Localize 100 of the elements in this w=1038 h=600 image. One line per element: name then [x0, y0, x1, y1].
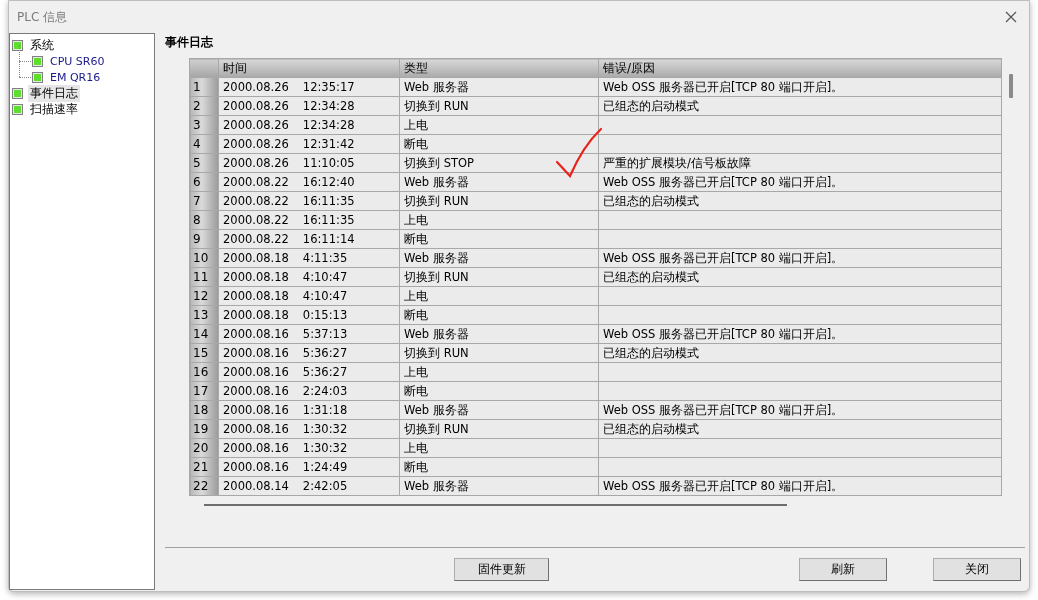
table-cell: 切换到 RUN [399, 267, 599, 287]
table-cell: Web 服务器 [399, 400, 599, 420]
time-text: 16:11:35 [302, 212, 355, 229]
time-text: 16:11:35 [302, 193, 355, 210]
date-text: 2000.08.26 [223, 137, 289, 151]
time-text: 1:24:49 [302, 459, 348, 476]
date-text: 2000.08.16 [223, 460, 289, 474]
status-square-icon [12, 87, 23, 99]
date-text: 2000.08.16 [223, 441, 289, 455]
time-text: 1:30:32 [302, 440, 348, 457]
status-square-icon [12, 103, 23, 115]
table-cell: 已组态的启动模式 [598, 419, 1002, 439]
scrollbar-thumb[interactable] [204, 504, 787, 506]
table-cell: 上电 [399, 362, 599, 382]
column-header[interactable]: 时间 [218, 58, 400, 78]
table-cell: Web OSS 服务器已开启[TCP 80 端口开启]。 [598, 476, 1002, 496]
time-text: 5:36:27 [302, 364, 348, 381]
table-cell: Web 服务器 [399, 172, 599, 192]
time-text: 12:34:28 [302, 98, 355, 115]
section-title: 事件日志 [165, 34, 214, 50]
column-header[interactable]: 错误/原因 [598, 58, 1002, 78]
status-square-icon [32, 55, 43, 67]
table-cell: 断电 [399, 134, 599, 154]
date-text: 2000.08.26 [223, 99, 289, 113]
time-text: 2:24:03 [302, 383, 348, 400]
table-cell: 断电 [399, 305, 599, 325]
date-text: 2000.08.16 [223, 346, 289, 360]
table-cell: 断电 [399, 229, 599, 249]
date-text: 2000.08.18 [223, 251, 289, 265]
date-text: 2000.08.18 [223, 270, 289, 284]
table-cell: 切换到 STOP [399, 153, 599, 173]
time-text: 4:10:47 [302, 269, 348, 286]
table-cell: 切换到 RUN [399, 343, 599, 363]
table-cell: 断电 [399, 457, 599, 477]
date-text: 2000.08.22 [223, 194, 289, 208]
dialog-button[interactable]: 刷新 [799, 557, 887, 581]
status-square-icon [12, 39, 23, 51]
table-cell: 已组态的启动模式 [598, 96, 1002, 116]
time-text: 11:10:05 [302, 155, 355, 172]
table-cell: 已组态的启动模式 [598, 191, 1002, 211]
column-header[interactable]: 类型 [399, 58, 599, 78]
table-cell: 已组态的启动模式 [598, 343, 1002, 363]
date-text: 2000.08.16 [223, 365, 289, 379]
time-text: 12:34:28 [302, 117, 355, 134]
tree-item[interactable]: 事件日志 [28, 84, 80, 102]
scrollbar-thumb[interactable] [1009, 74, 1013, 98]
time-text: 4:11:35 [302, 250, 348, 267]
date-text: 2000.08.16 [223, 327, 289, 341]
time-text: 16:12:40 [302, 174, 355, 191]
date-text: 2000.08.16 [223, 403, 289, 417]
dialog-button[interactable]: 固件更新 [454, 557, 549, 581]
date-text: 2000.08.18 [223, 289, 289, 303]
date-text: 2000.08.14 [223, 479, 289, 493]
table-cell: Web OSS 服务器已开启[TCP 80 端口开启]。 [598, 77, 1002, 97]
table-cell: 已组态的启动模式 [598, 267, 1002, 287]
check-mark-icon [555, 127, 603, 178]
table-cell: 上电 [399, 286, 599, 306]
tree-item[interactable]: 扫描速率 [28, 100, 80, 118]
time-text: 1:30:32 [302, 421, 348, 438]
time-text: 1:31:18 [302, 402, 348, 419]
table-cell: Web 服务器 [399, 248, 599, 268]
window-title: PLC 信息 [17, 8, 68, 26]
date-text: 2000.08.26 [223, 156, 289, 170]
time-text: 4:10:47 [302, 288, 348, 305]
table-cell: 上电 [399, 210, 599, 230]
date-text: 2000.08.22 [223, 232, 289, 246]
date-text: 2000.08.16 [223, 384, 289, 398]
time-text: 5:37:13 [302, 326, 348, 343]
time-text: 2:42:05 [302, 478, 348, 495]
table-cell: Web OSS 服务器已开启[TCP 80 端口开启]。 [598, 248, 1002, 268]
date-text: 2000.08.26 [223, 118, 289, 132]
time-text: 12:35:17 [302, 79, 355, 96]
tree-item[interactable]: 系统 [28, 36, 56, 54]
table-cell: 断电 [399, 381, 599, 401]
time-text: 5:36:27 [302, 345, 348, 362]
time-text: 12:31:42 [302, 136, 355, 153]
status-square-icon [32, 71, 43, 83]
date-text: 2000.08.26 [223, 80, 289, 94]
table-cell: Web OSS 服务器已开启[TCP 80 端口开启]。 [598, 400, 1002, 420]
date-text: 2000.08.18 [223, 308, 289, 322]
table-cell: Web 服务器 [399, 77, 599, 97]
table-cell: Web OSS 服务器已开启[TCP 80 端口开启]。 [598, 172, 1002, 192]
tree-item[interactable]: EM QR16 [48, 70, 103, 84]
table-cell: Web 服务器 [399, 476, 599, 496]
time-text: 0:15:13 [302, 307, 348, 324]
time-text: 16:11:14 [302, 231, 355, 248]
table-cell: Web 服务器 [399, 324, 599, 344]
table-cell: Web OSS 服务器已开启[TCP 80 端口开启]。 [598, 324, 1002, 344]
table-cell: 切换到 RUN [399, 96, 599, 116]
table-cell: 切换到 RUN [399, 191, 599, 211]
date-text: 2000.08.16 [223, 422, 289, 436]
dialog-button[interactable]: 关闭 [933, 557, 1021, 581]
close-icon[interactable] [1003, 9, 1019, 25]
tree-item[interactable]: CPU SR60 [48, 54, 107, 68]
table-cell: 切换到 RUN [399, 419, 599, 439]
table-cell: 严重的扩展模块/信号板故障 [598, 153, 1002, 173]
table-cell: 上电 [399, 438, 599, 458]
date-text: 2000.08.22 [223, 175, 289, 189]
date-text: 2000.08.22 [223, 213, 289, 227]
table-cell: 上电 [399, 115, 599, 135]
